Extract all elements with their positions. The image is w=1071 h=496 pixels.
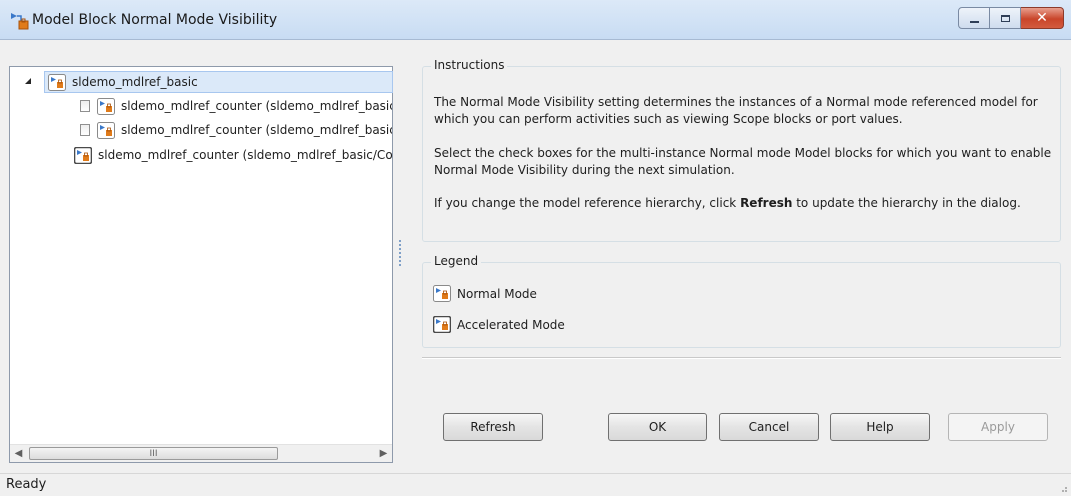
divider	[422, 357, 1061, 359]
legend-label: Normal Mode	[457, 286, 537, 301]
instructions-paragraph-2: Select the check boxes for the multi-ins…	[434, 146, 1052, 177]
instructions-title: Instructions	[431, 58, 508, 72]
minimize-button[interactable]	[958, 7, 990, 29]
instructions-paragraph-3: If you change the model reference hierar…	[434, 195, 1054, 212]
title-bar: Model Block Normal Mode Visibility ✕	[0, 0, 1071, 40]
legend-label: Accelerated Mode	[457, 317, 565, 332]
tree-root-label: sldemo_mdlref_basic	[72, 75, 198, 89]
refresh-keyword: Refresh	[740, 196, 793, 210]
refresh-button[interactable]: Refresh	[443, 413, 543, 441]
instructions-text: to update the hierarchy in the dialog.	[792, 196, 1021, 210]
close-icon: ✕	[1036, 10, 1048, 26]
status-bar: Ready	[0, 473, 1071, 496]
panel-splitter[interactable]	[398, 240, 402, 270]
visibility-checkbox[interactable]	[80, 124, 90, 136]
normal-mode-icon	[433, 285, 451, 302]
close-button[interactable]: ✕	[1021, 7, 1064, 29]
window-title: Model Block Normal Mode Visibility	[32, 12, 278, 28]
minimize-icon	[969, 20, 979, 23]
scroll-right-icon[interactable]: ▶	[375, 445, 392, 462]
tree-child-label: sldemo_mdlref_counter (sldemo_mdlref_bas…	[120, 99, 392, 113]
visibility-checkbox[interactable]	[80, 100, 90, 112]
window-controls: ✕	[958, 7, 1064, 29]
resize-grip-icon[interactable]	[1058, 483, 1068, 493]
accelerated-mode-model-icon	[74, 146, 92, 164]
legend-title: Legend	[431, 254, 482, 268]
tree-child-item[interactable]: sldemo_mdlref_counter (sldemo_mdlref_bas…	[80, 95, 392, 117]
tree-child-item[interactable]: sldemo_mdlref_counter (sldemo_mdlref_bas…	[80, 119, 392, 141]
grip-icon: III	[149, 448, 158, 459]
apply-button[interactable]: Apply	[948, 413, 1048, 441]
instructions-paragraph-1: The Normal Mode Visibility setting deter…	[434, 95, 1038, 126]
status-text: Ready	[6, 477, 47, 492]
cancel-button[interactable]: Cancel	[719, 413, 819, 441]
legend-item-accelerated: Accelerated Mode	[433, 316, 565, 333]
accelerated-mode-icon	[433, 316, 451, 333]
ok-button[interactable]: OK	[608, 413, 707, 441]
normal-mode-model-icon	[96, 97, 115, 115]
tree-child-item[interactable]: sldemo_mdlref_counter (sldemo_mdlref_bas…	[74, 144, 392, 166]
maximize-button[interactable]	[990, 7, 1021, 29]
instructions-group: Instructions The Normal Mode Visibility …	[422, 58, 1061, 242]
normal-mode-model-icon	[48, 73, 66, 91]
simulink-model-icon	[11, 13, 29, 30]
maximize-icon	[1000, 14, 1010, 22]
tree-child-label: sldemo_mdlref_counter (sldemo_mdlref_bas…	[98, 148, 392, 162]
legend-item-normal: Normal Mode	[433, 285, 537, 302]
collapse-triangle-icon[interactable]	[23, 76, 33, 86]
normal-mode-model-icon	[96, 121, 115, 139]
help-button[interactable]: Help	[830, 413, 930, 441]
tree-root-item[interactable]: sldemo_mdlref_basic	[44, 71, 393, 93]
scroll-left-icon[interactable]: ◀	[10, 445, 27, 462]
legend-group: Legend Normal Mode Accelerated Mode	[422, 254, 1061, 348]
instructions-text: If you change the model reference hierar…	[434, 196, 741, 210]
scrollbar-thumb[interactable]: III	[29, 447, 278, 460]
horizontal-scrollbar[interactable]: ◀ III ▶	[10, 444, 392, 462]
model-hierarchy-tree[interactable]: sldemo_mdlref_basic sldemo_mdlref_counte…	[9, 66, 393, 463]
tree-child-label: sldemo_mdlref_counter (sldemo_mdlref_bas…	[120, 123, 392, 137]
